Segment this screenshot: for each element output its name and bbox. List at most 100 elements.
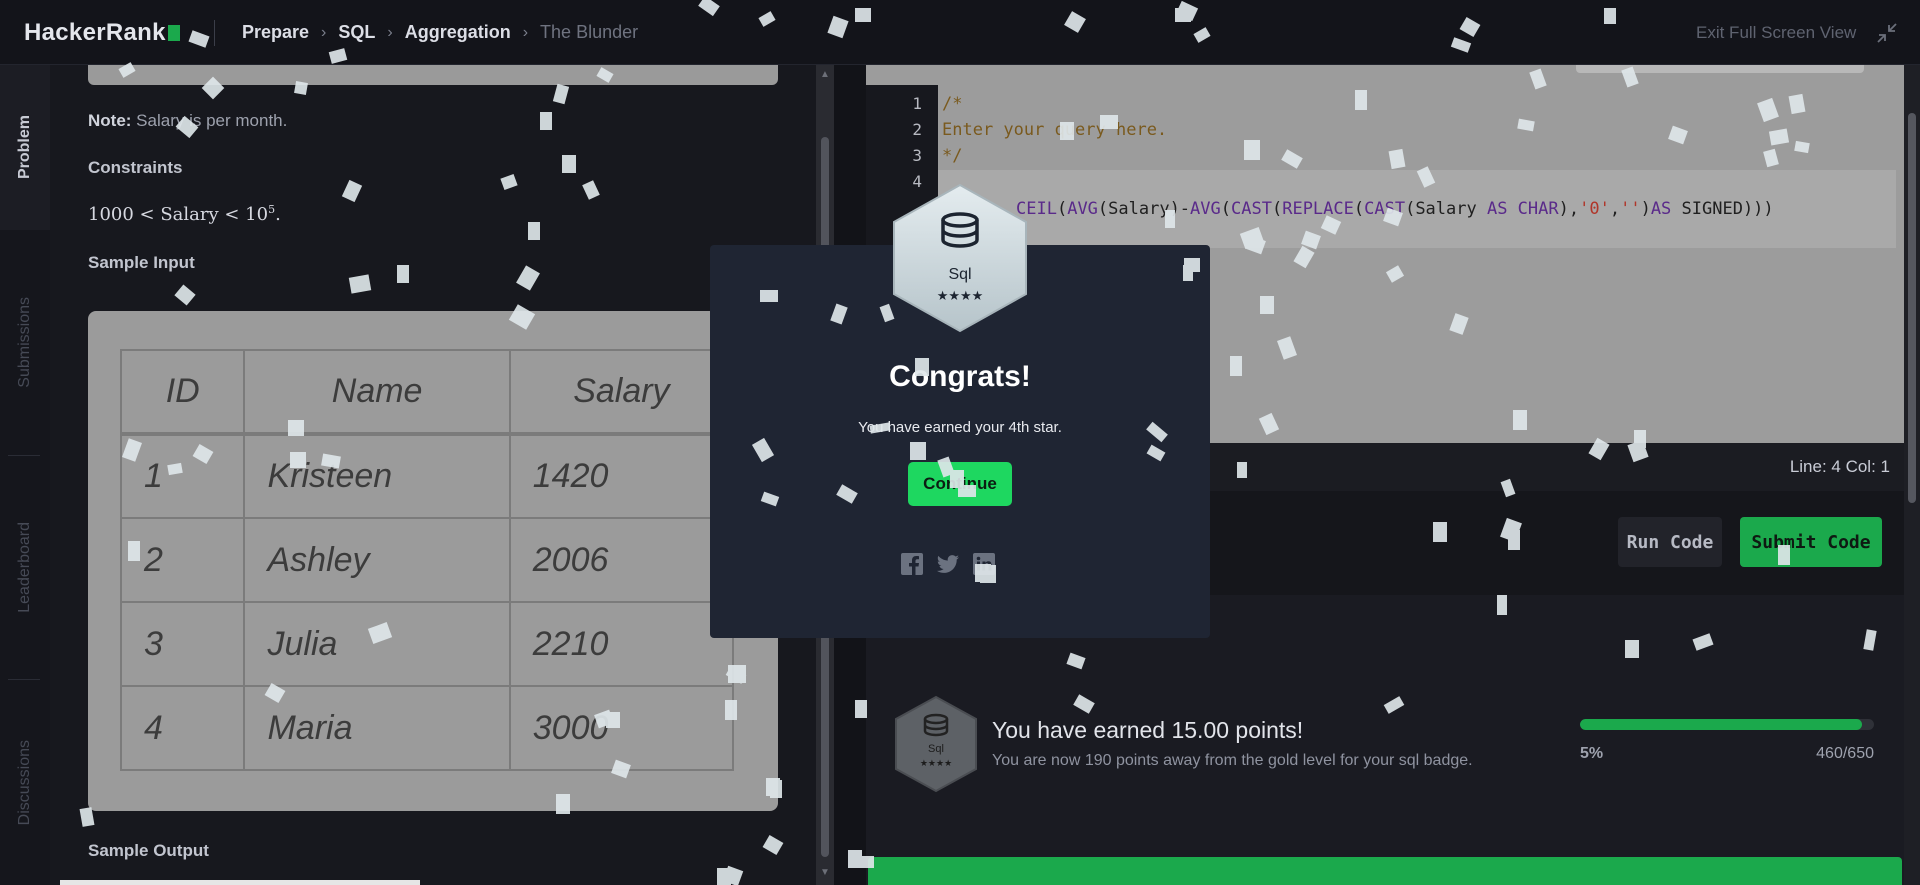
table-header: Name: [243, 349, 511, 436]
submit-code-button[interactable]: Submit Code: [1740, 517, 1882, 567]
progress-count: 460/650: [1816, 745, 1874, 762]
sample-input-heading: Sample Input: [88, 253, 195, 272]
code-line: 3 */: [866, 143, 1904, 169]
previous-sample-panel: [88, 65, 778, 85]
editor-toolbar-edge: [1576, 65, 1864, 73]
linkedin-icon[interactable]: [972, 552, 996, 576]
logo-mark: [167, 25, 180, 41]
cursor-position: Line: 4 Col: 1: [1789, 457, 1890, 476]
top-bar: HackerRank Prepare › SQL › Aggregation ›…: [0, 0, 1920, 65]
problem-pane: Note: Salary is per month. Constraints 1…: [50, 65, 816, 885]
table-cell: 2: [119, 517, 246, 603]
code-line: 2 Enter your query here.: [866, 117, 1904, 143]
table-cell: 2006: [508, 517, 735, 603]
sql-star-badge-icon: Sql ★★★★: [893, 183, 1027, 333]
badge-progress-bar: [1580, 719, 1874, 730]
code-comment: Enter your query here.: [942, 120, 1168, 140]
sql-badge-icon: Sql ★★★★: [895, 695, 977, 793]
tab-leaderboard[interactable]: Leaderboard: [0, 456, 50, 678]
page-scrollbar[interactable]: [1904, 65, 1920, 885]
table-cell: 1420: [508, 433, 735, 519]
badge-progress-fill: [1580, 719, 1862, 730]
code-token: CAST: [1364, 199, 1406, 219]
table-header: ID: [119, 349, 246, 436]
constraint-text: 1000 < Salary < 10: [88, 204, 269, 225]
continue-button[interactable]: Continue: [908, 462, 1012, 506]
table-header: Salary: [508, 349, 735, 436]
constraint-tail: .: [275, 204, 281, 225]
collapse-icon[interactable]: [1876, 22, 1898, 44]
facebook-icon[interactable]: [900, 552, 924, 576]
salary-note: Note: Salary is per month.: [88, 111, 287, 131]
breadcrumb-aggregation[interactable]: Aggregation: [405, 22, 511, 43]
code-token: (: [1220, 199, 1232, 219]
bottom-indicator: [60, 880, 420, 885]
hackerrank-logo[interactable]: HackerRank: [24, 19, 180, 47]
code-query: CEIL(AVG(Salary)-AVG(CAST(REPLACE(CAST(S…: [1016, 196, 1774, 222]
code-token: '0': [1579, 199, 1610, 219]
code-token: ): [1640, 199, 1651, 219]
side-tabs: Problem Submissions Leaderboard Discussi…: [0, 65, 50, 885]
sample-input-table: ID Name Salary 1 Kristeen 1420 2 Ashley 2006…: [119, 349, 735, 771]
breadcrumb-current: The Blunder: [540, 22, 639, 42]
logo-text: HackerRank: [24, 19, 166, 46]
code-token: (: [1271, 199, 1283, 219]
note-text: Salary is per month.: [131, 111, 288, 130]
exit-fullscreen-link[interactable]: Exit Full Screen View: [1696, 23, 1856, 43]
line-number: 2: [912, 120, 922, 139]
badge-label: Sql: [928, 743, 944, 755]
progress-percent: 5%: [1580, 745, 1604, 762]
points-title: You have earned 15.00 points!: [992, 717, 1304, 743]
code-token: (: [1353, 199, 1365, 219]
scroll-down-arrow-icon[interactable]: ▼: [820, 867, 830, 878]
breadcrumb-sql[interactable]: SQL: [338, 22, 375, 43]
table-row: 1 Kristeen 1420: [119, 433, 735, 519]
table-cell: 3000: [508, 685, 735, 771]
code-token: AVG: [1190, 199, 1221, 219]
code-token: SIGNED))): [1671, 199, 1774, 219]
line-number: 3: [912, 146, 922, 165]
code-comment: */: [942, 146, 963, 166]
scroll-up-arrow-icon[interactable]: ▲: [820, 69, 830, 80]
topbar-separator: [214, 20, 215, 46]
breadcrumb: Prepare › SQL › Aggregation › The Blunde…: [242, 22, 638, 43]
sample-output-heading: Sample Output: [88, 841, 209, 860]
table-cell: Kristeen: [243, 433, 511, 519]
table-cell: Julia: [243, 601, 511, 687]
line-number: 1: [912, 94, 922, 113]
modal-subtitle: You have earned your 4th star.: [858, 419, 1062, 436]
result-area: Sql ★★★★ You have earned 15.00 points! Y…: [866, 595, 1904, 885]
twitter-icon[interactable]: [936, 552, 960, 576]
tab-submissions[interactable]: Submissions: [0, 230, 50, 455]
table-cell: 1: [119, 433, 246, 519]
badge-stars: ★★★★: [920, 759, 952, 769]
code-comment: /*: [942, 94, 963, 114]
code-token: (Salary: [1405, 199, 1487, 219]
scrollbar-thumb[interactable]: [1908, 113, 1916, 503]
code-token: CAST: [1231, 199, 1272, 219]
table-cell: 3: [119, 601, 246, 687]
code-token: (Salary)-: [1097, 199, 1191, 219]
modal-badge-stars: ★★★★: [937, 289, 984, 304]
chevron-right-icon: ›: [522, 23, 529, 41]
chevron-right-icon: ›: [321, 23, 327, 41]
run-code-button[interactable]: Run Code: [1618, 517, 1722, 567]
modal-title: Congrats!: [889, 360, 1031, 393]
tab-leaderboard-label: Leaderboard: [16, 521, 33, 613]
table-cell: Maria: [243, 685, 511, 771]
breadcrumb-prepare[interactable]: Prepare: [242, 22, 309, 43]
code-token: AS CHAR: [1486, 199, 1559, 219]
tab-discussions[interactable]: Discussions: [0, 680, 50, 885]
tab-problem-label: Problem: [16, 115, 33, 180]
code-token: ),: [1558, 199, 1580, 219]
code-token: ,: [1609, 199, 1621, 219]
test-result-banner: [868, 857, 1902, 885]
tab-problem[interactable]: Problem: [0, 65, 50, 230]
constraints-heading: Constraints: [88, 158, 183, 177]
modal-badge-label: Sql: [948, 266, 971, 283]
table-row: 2 Ashley 2006: [119, 517, 735, 603]
table-cell: 4: [119, 685, 246, 771]
code-token: REPLACE: [1282, 199, 1354, 219]
code-token: '': [1620, 199, 1641, 219]
table-header-row: ID Name Salary: [119, 349, 735, 436]
